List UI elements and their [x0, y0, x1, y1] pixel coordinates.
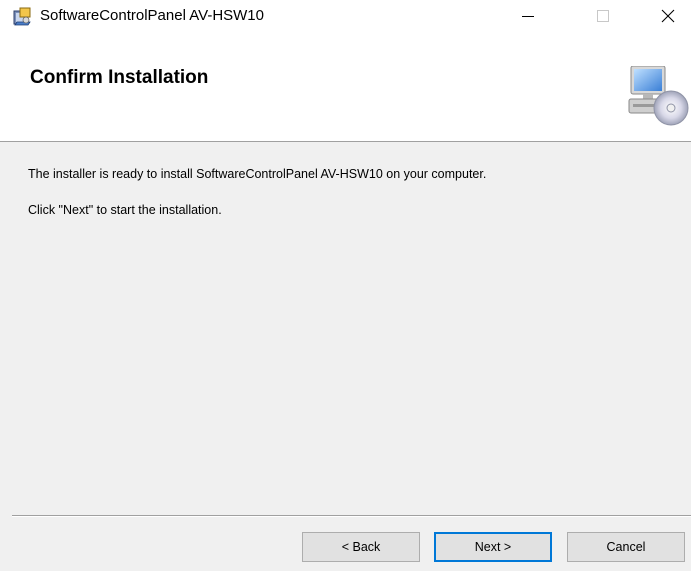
back-button[interactable]: < Back	[302, 532, 420, 562]
cancel-button[interactable]: Cancel	[567, 532, 685, 562]
content-area: The installer is ready to install Softwa…	[0, 143, 691, 515]
close-button[interactable]	[645, 0, 691, 32]
next-button[interactable]: Next >	[434, 532, 552, 562]
footer-divider-highlight	[12, 516, 691, 517]
page-title: Confirm Installation	[30, 67, 209, 88]
maximize-button[interactable]	[580, 0, 626, 32]
title-bar[interactable]: SoftwareControlPanel AV-HSW10	[0, 0, 691, 32]
minimize-button[interactable]	[505, 0, 551, 32]
header-banner: Confirm Installation	[0, 32, 691, 142]
close-icon	[661, 9, 675, 23]
minimize-icon	[522, 10, 534, 22]
window-title: SoftwareControlPanel AV-HSW10	[40, 7, 264, 24]
ready-message: The installer is ready to install Softwa…	[28, 167, 487, 181]
installer-window: SoftwareControlPanel AV-HSW10 Confirm In…	[0, 0, 691, 571]
maximize-icon	[597, 10, 609, 22]
next-instruction: Click "Next" to start the installation.	[28, 203, 222, 217]
installer-app-icon	[12, 7, 32, 27]
computer-cd-icon	[627, 65, 689, 126]
